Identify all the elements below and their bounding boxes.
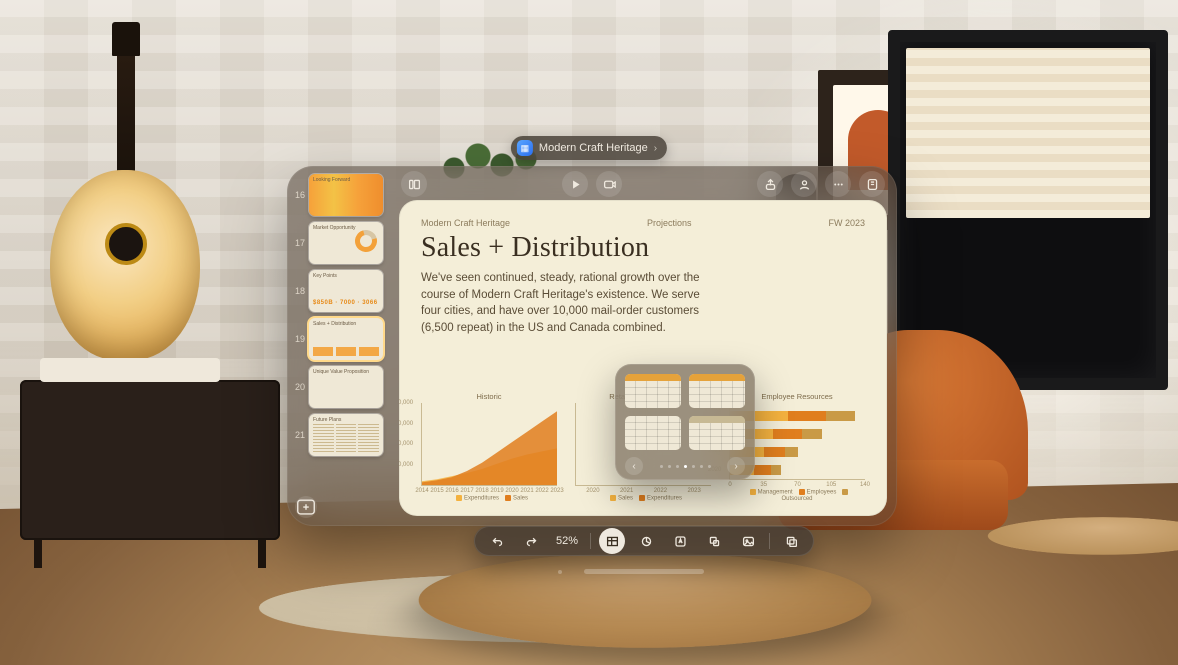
slide-header-center: Projections <box>510 218 828 228</box>
chevron-right-icon: › <box>654 143 657 154</box>
slide-thumbnail-21[interactable]: 21 Future Plans <box>291 414 385 456</box>
document-title: Modern Craft Heritage <box>539 142 648 154</box>
collaborate-button[interactable] <box>791 171 817 197</box>
view-options-button[interactable] <box>401 171 427 197</box>
thumb-title: Sales + Distribution <box>313 321 356 327</box>
slide-thumbnail-19[interactable]: 19 Sales + Distribution <box>291 318 385 360</box>
table-style-option[interactable] <box>689 416 745 450</box>
popover-next-button[interactable]: › <box>727 457 745 475</box>
thumb-title: Looking Forward <box>313 177 350 183</box>
play-button[interactable] <box>562 171 588 197</box>
chart-title: Historic <box>421 392 557 401</box>
front-back-button[interactable] <box>778 528 804 554</box>
thumb-title: Unique Value Proposition <box>313 369 369 375</box>
thumb-title: Market Opportunity <box>313 225 356 231</box>
top-toolbar <box>399 174 887 200</box>
app-icon: ▦ <box>517 140 533 156</box>
table-style-option[interactable] <box>625 374 681 408</box>
format-inspector-button[interactable] <box>859 171 885 197</box>
room-guitar <box>30 30 230 360</box>
slide-navigator[interactable]: 16 Looking Forward 17 Market Opportunity… <box>287 166 391 526</box>
slide-title[interactable]: Sales + Distribution <box>421 232 865 264</box>
slide-body[interactable]: We've seen continued, steady, rational g… <box>421 270 711 337</box>
insert-image-button[interactable] <box>735 528 761 554</box>
slide-thumbnail-17[interactable]: 17 Market Opportunity <box>291 222 385 264</box>
table-style-option[interactable] <box>625 416 681 450</box>
thumb-title: Key Points <box>313 273 337 279</box>
zoom-level[interactable]: 52% <box>552 535 582 547</box>
table-style-option[interactable] <box>689 374 745 408</box>
slide-number: 16 <box>291 190 305 200</box>
insert-table-button[interactable] <box>599 528 625 554</box>
undo-button[interactable] <box>484 528 510 554</box>
popover-page-dots <box>660 465 711 468</box>
table-styles-popover[interactable]: ‹ › <box>615 364 755 480</box>
slide-header-left: Modern Craft Heritage <box>421 218 510 228</box>
slide-number: 19 <box>291 334 305 344</box>
keynote-live-button[interactable] <box>596 171 622 197</box>
popover-prev-button[interactable]: ‹ <box>625 457 643 475</box>
slide-thumbnail-18[interactable]: 18 Key Points $850B · 7000 · 3066 <box>291 270 385 312</box>
redo-button[interactable] <box>518 528 544 554</box>
insert-text-button[interactable] <box>667 528 693 554</box>
slide-number: 18 <box>291 286 305 296</box>
slide-number: 20 <box>291 382 305 392</box>
keynote-window: 16 Looking Forward 17 Market Opportunity… <box>287 166 897 526</box>
insert-chart-button[interactable] <box>633 528 659 554</box>
slide-thumbnail-16[interactable]: 16 Looking Forward <box>291 174 385 216</box>
thumb-subtitle: $850B · 7000 · 3066 <box>313 300 378 306</box>
format-bar: 52% <box>474 526 814 556</box>
slide-header-right: FW 2023 <box>828 218 865 228</box>
chart-legend: SalesExpenditures <box>575 495 711 502</box>
slide-number: 21 <box>291 430 305 440</box>
chart-historic[interactable]: Historic $200,000$400,000$600,000$800,00… <box>421 392 557 502</box>
window-drag-handle[interactable] <box>584 569 704 574</box>
window-title-pill[interactable]: ▦ Modern Craft Heritage › <box>511 136 667 160</box>
add-slide-button[interactable] <box>295 496 317 518</box>
share-button[interactable] <box>757 171 783 197</box>
more-button[interactable] <box>825 171 851 197</box>
thumb-title: Future Plans <box>313 417 341 423</box>
slide-number: 17 <box>291 238 305 248</box>
chart-legend: ExpendituresSales <box>421 495 557 502</box>
slide-thumbnail-20[interactable]: 20 Unique Value Proposition <box>291 366 385 408</box>
chart-legend: ManagementEmployeesOutsourced <box>729 489 865 502</box>
insert-shape-button[interactable] <box>701 528 727 554</box>
room-credenza <box>20 380 280 540</box>
